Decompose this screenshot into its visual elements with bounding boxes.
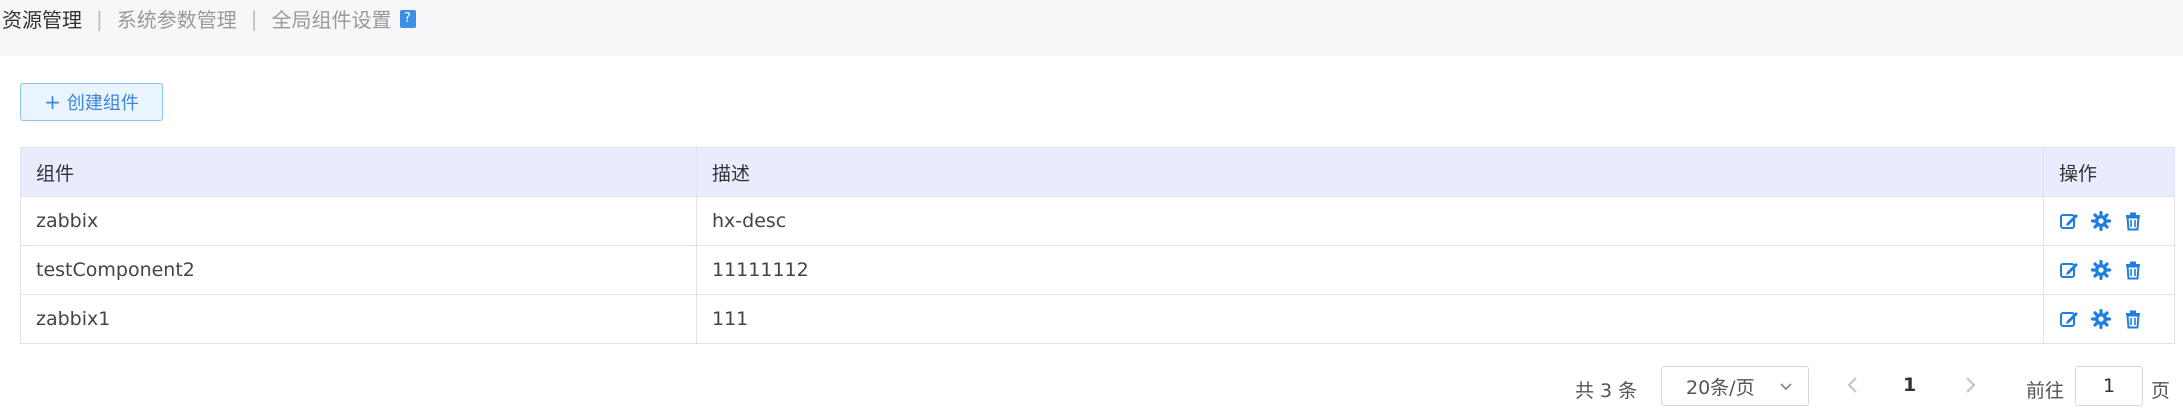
page-number-current[interactable]: 1 — [1903, 374, 1916, 396]
tab-global-components[interactable]: 全局组件设置 — [272, 4, 392, 33]
top-tab-bar: 资源管理 | 系统参数管理 | 全局组件设置 ? — [0, 0, 2183, 56]
trash-icon[interactable] — [2123, 260, 2143, 280]
trash-icon[interactable] — [2123, 309, 2143, 329]
tab-separator: | — [250, 6, 258, 31]
actions-cell — [2043, 294, 2175, 344]
actions-cell — [2043, 196, 2175, 246]
component-description-cell: 11111112 — [696, 245, 2044, 295]
actions-cell — [2043, 245, 2175, 295]
chevron-down-icon — [1778, 377, 1794, 399]
component-name-cell: zabbix — [20, 196, 697, 246]
tab-list: 资源管理 | 系统参数管理 | 全局组件设置 ? — [2, 4, 416, 33]
table-header-row: 组件 描述 操作 — [20, 147, 2175, 197]
column-header-description: 描述 — [696, 147, 2044, 197]
edit-icon[interactable] — [2059, 260, 2079, 280]
column-header-actions: 操作 — [2043, 147, 2175, 197]
component-description-cell: hx-desc — [696, 196, 2044, 246]
page-unit-label: 页 — [2151, 380, 2171, 402]
column-header-component: 组件 — [20, 147, 697, 197]
prev-page-button[interactable] — [1843, 373, 1863, 402]
gear-icon[interactable] — [2091, 309, 2111, 329]
page-size-select[interactable]: 20条/页 — [1661, 366, 1809, 406]
total-count: 共 3 条 — [1575, 380, 1638, 402]
tab-separator: | — [96, 6, 103, 31]
edit-icon[interactable] — [2059, 309, 2079, 329]
table-row: testComponent2 11111112 — [20, 245, 2175, 295]
table-row: zabbix hx-desc — [20, 196, 2175, 246]
plus-icon: + — [44, 90, 61, 114]
goto-page-input[interactable] — [2075, 366, 2143, 406]
component-name-cell: zabbix1 — [20, 294, 697, 344]
pagination: 共 3 条 20条/页 1 前往 页 — [0, 366, 2183, 408]
trash-icon[interactable] — [2123, 211, 2143, 231]
components-table: 组件 描述 操作 zabbix hx-desc testComponent2 1… — [20, 147, 2175, 344]
tab-resource-management[interactable]: 资源管理 — [2, 4, 82, 33]
tab-system-parameters[interactable]: 系统参数管理 — [117, 4, 237, 33]
gear-icon[interactable] — [2091, 211, 2111, 231]
table-row: zabbix1 111 — [20, 294, 2175, 344]
page-size-value: 20条/页 — [1686, 376, 1755, 399]
goto-label: 前往 — [2026, 380, 2065, 402]
create-component-label: 创建组件 — [66, 93, 139, 114]
component-description-cell: 111 — [696, 294, 2044, 344]
component-name-cell: testComponent2 — [20, 245, 697, 295]
edit-icon[interactable] — [2059, 211, 2079, 231]
next-page-button[interactable] — [1960, 373, 1980, 402]
help-icon[interactable]: ? — [399, 9, 416, 28]
gear-icon[interactable] — [2091, 260, 2111, 280]
create-component-button[interactable]: + 创建组件 — [20, 83, 163, 121]
